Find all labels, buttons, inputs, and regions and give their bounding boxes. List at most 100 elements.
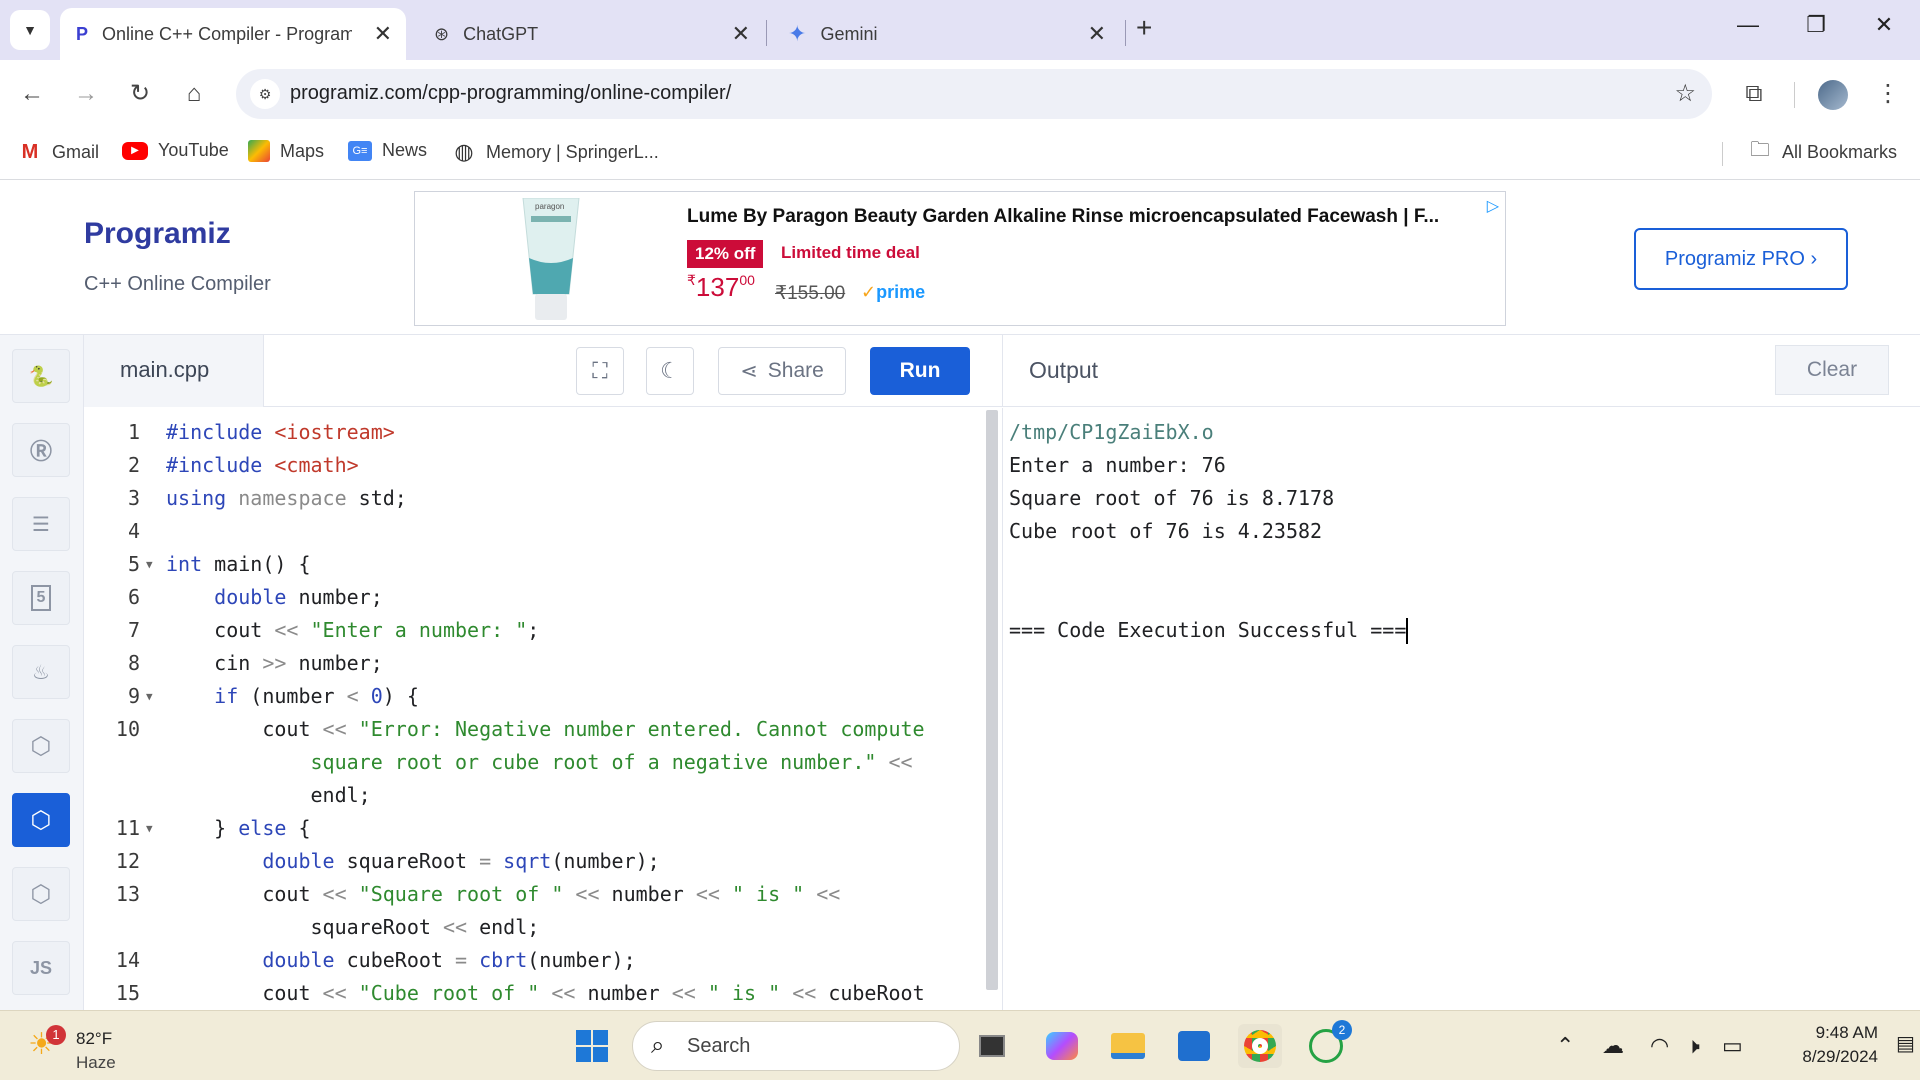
code-line[interactable]: cout << "Error: Negative number entered.… — [166, 717, 924, 741]
forward-icon[interactable]: → — [66, 74, 106, 114]
close-window-icon[interactable]: ✕ — [1864, 12, 1904, 38]
code-token: endl; — [479, 915, 540, 939]
url-text[interactable]: programiz.com/cpp-programming/online-com… — [290, 82, 731, 105]
close-tab-icon[interactable]: ✕ — [1088, 21, 1106, 47]
bookmark-label: Memory | SpringerL... — [486, 141, 659, 162]
tab-search-button[interactable]: ▼ — [10, 10, 50, 50]
tab-programiz[interactable]: P Online C++ Compiler - Program ✕ — [60, 8, 406, 60]
close-tab-icon[interactable]: ✕ — [732, 21, 750, 47]
code-line[interactable]: cout << "Square root of " << number << "… — [166, 882, 840, 906]
minimize-icon[interactable]: — — [1728, 12, 1768, 38]
file-tab[interactable]: main.cpp — [84, 335, 264, 407]
profile-avatar[interactable] — [1818, 80, 1848, 110]
site-info-icon[interactable]: ⚙ — [250, 79, 280, 109]
line-number: 10 — [115, 717, 140, 741]
clock-date: 8/29/2024 — [1802, 1047, 1878, 1066]
bookmark-news[interactable]: G≡ News — [348, 140, 427, 161]
adchoices-icon[interactable]: ▷ — [1487, 196, 1499, 216]
chrome-icon[interactable] — [1238, 1024, 1282, 1068]
notifications-icon[interactable]: ▤ — [1896, 1031, 1915, 1056]
run-button[interactable]: Run — [870, 347, 970, 395]
home-icon[interactable]: ⌂ — [174, 74, 214, 114]
code-token: <iostream> — [274, 420, 395, 444]
share-button[interactable]: ⋖ Share — [718, 347, 846, 395]
code-line[interactable]: double squareRoot = sqrt(number); — [166, 849, 659, 873]
clock[interactable]: 9:48 AM 8/29/2024 — [1768, 1021, 1878, 1069]
bookmark-maps[interactable]: Maps — [248, 140, 324, 162]
battery-icon[interactable]: ▭ — [1722, 1033, 1743, 1059]
volume-muted-icon[interactable]: 🕨 — [1686, 1033, 1700, 1059]
code-line[interactable]: } else { — [166, 816, 310, 840]
bookmark-youtube[interactable]: ▶ YouTube — [122, 140, 229, 161]
close-tab-icon[interactable]: ✕ — [374, 21, 392, 47]
clear-button[interactable]: Clear — [1775, 345, 1889, 395]
lang-java[interactable]: ♨ — [12, 645, 70, 699]
code-line[interactable]: square root or cube root of a negative n… — [166, 750, 912, 774]
bookmark-gmail[interactable]: M Gmail — [18, 140, 99, 164]
code-line[interactable]: cout << "Cube root of " << number << " i… — [166, 981, 924, 1005]
output-line: === Code Execution Successful === — [1009, 618, 1407, 642]
task-view-icon[interactable] — [970, 1024, 1014, 1068]
lang-sql[interactable]: ☰ — [12, 497, 70, 551]
extensions-icon[interactable]: ⧉ — [1734, 74, 1774, 114]
lang-c[interactable]: ⬡ — [12, 719, 70, 773]
lang-js[interactable]: JS — [12, 941, 70, 995]
back-icon[interactable]: ← — [12, 74, 52, 114]
code-line[interactable]: using namespace std; — [166, 486, 407, 510]
code-line[interactable]: cout << "Enter a number: "; — [166, 618, 539, 642]
restore-icon[interactable]: ❐ — [1796, 12, 1836, 38]
taskbar-search[interactable]: ⌕ Search — [632, 1021, 960, 1071]
output-console[interactable]: /tmp/CP1gZaiEbX.o Enter a number: 76 Squar… — [1002, 408, 1920, 1010]
tab-chatgpt[interactable]: ⊛ ChatGPT ✕ — [418, 8, 764, 60]
weather-widget[interactable]: ☀ 1 82°F Haze — [26, 1019, 136, 1073]
code-token: squareRoot — [346, 849, 480, 873]
programiz-logo[interactable]: Programiz — [84, 217, 231, 251]
show-hidden-icons-icon[interactable]: ⌃ — [1556, 1033, 1574, 1059]
lang-csharp[interactable]: ⬡ — [12, 867, 70, 921]
bookmark-springer[interactable]: ◍ Memory | SpringerL... — [452, 139, 659, 164]
code-editor[interactable]: 1 #include <iostream> 2 #include <cmath> 3 us… — [84, 408, 1002, 1010]
reload-icon[interactable]: ↻ — [120, 74, 160, 114]
advertisement-banner[interactable]: paragon Lume By Paragon Beauty Garden Al… — [414, 191, 1506, 326]
tab-gemini[interactable]: ✦ Gemini ✕ — [774, 8, 1120, 60]
code-line[interactable]: int main() { — [166, 552, 311, 576]
code-line[interactable]: #include <iostream> — [166, 420, 395, 444]
lang-html[interactable]: 5 — [12, 571, 70, 625]
code-line[interactable]: endl; — [166, 783, 370, 807]
code-line[interactable]: double number; — [166, 585, 383, 609]
start-button[interactable] — [570, 1024, 614, 1068]
menu-kebab-icon[interactable]: ⋮ — [1868, 74, 1908, 114]
fullscreen-button[interactable]: ⛶ — [576, 347, 624, 395]
code-line[interactable]: #include <cmath> — [166, 453, 359, 477]
lang-python[interactable]: 🐍 — [12, 349, 70, 403]
fold-arrow-icon[interactable]: ▼ — [146, 558, 153, 571]
dark-mode-button[interactable]: ☾ — [646, 347, 694, 395]
new-tab-icon[interactable]: + — [1136, 12, 1152, 44]
lang-r[interactable]: Ⓡ — [12, 423, 70, 477]
bookmark-star-icon[interactable]: ☆ — [1674, 79, 1696, 108]
wifi-icon[interactable]: ◠ — [1650, 1033, 1669, 1059]
copilot-icon[interactable] — [1040, 1024, 1084, 1068]
code-line[interactable]: cin >> number; — [166, 651, 383, 675]
ad-title[interactable]: Lume By Paragon Beauty Garden Alkaline R… — [687, 206, 1497, 228]
lang-cpp[interactable]: ⬡ — [12, 793, 70, 847]
moon-icon: ☾ — [660, 358, 680, 383]
code-line[interactable]: double cubeRoot = cbrt(number); — [166, 948, 635, 972]
microsoft-store-icon[interactable] — [1172, 1024, 1216, 1068]
fold-arrow-icon[interactable]: ▼ — [146, 690, 153, 703]
address-bar[interactable]: ⚙ programiz.com/cpp-programming/online-c… — [236, 69, 1712, 119]
whatsapp-icon[interactable]: 2 — [1304, 1020, 1352, 1068]
all-bookmarks-button[interactable]: 🗀 All Bookmarks — [1748, 139, 1897, 164]
fullscreen-icon: ⛶ — [592, 358, 608, 383]
code-line[interactable]: squareRoot << endl; — [166, 915, 539, 939]
code-token: " is " — [731, 882, 805, 906]
fold-arrow-icon[interactable]: ▼ — [146, 822, 153, 835]
programiz-pro-button[interactable]: Programiz PRO › — [1634, 228, 1848, 290]
file-explorer-icon[interactable] — [1106, 1024, 1150, 1068]
code-line[interactable]: if (number < 0) { — [166, 684, 419, 708]
onedrive-icon[interactable]: ☁ — [1602, 1033, 1624, 1059]
editor-scrollbar[interactable] — [986, 410, 998, 990]
